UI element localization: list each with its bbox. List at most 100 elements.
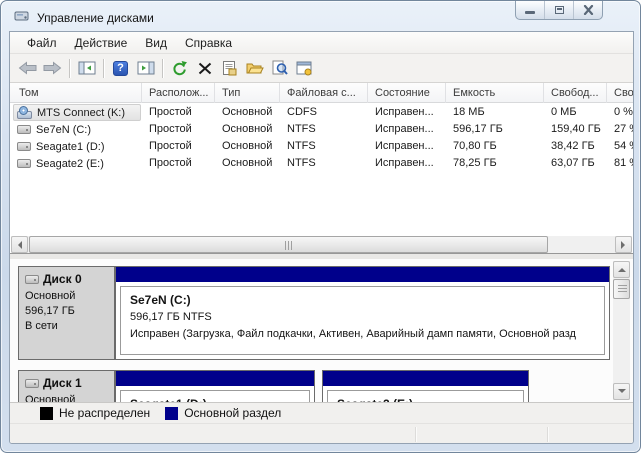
volume-free: 63,07 ГБ bbox=[544, 157, 607, 169]
statusbar-divider bbox=[415, 427, 416, 442]
primary-partition-color-swatch bbox=[165, 407, 178, 420]
disk-drive-icon bbox=[17, 125, 31, 134]
partition-detail: 596,17 ГБ NTFS bbox=[130, 309, 595, 326]
column-header-layout[interactable]: Располож... bbox=[142, 83, 215, 103]
disk0-name: Диск 0 bbox=[43, 272, 82, 287]
disk-drive-icon bbox=[25, 379, 39, 388]
scroll-left-icon bbox=[14, 241, 22, 249]
vertical-scrollbar-thumb[interactable] bbox=[613, 279, 630, 299]
volume-free: 159,40 ГБ bbox=[544, 123, 607, 135]
show-console-tree-icon[interactable] bbox=[74, 56, 99, 80]
restore-icon bbox=[555, 6, 564, 14]
horizontal-scrollbar-thumb[interactable] bbox=[29, 236, 548, 253]
legend-primary-label: Основной раздел bbox=[184, 406, 281, 420]
volume-name: MTS Connect (K:) bbox=[37, 107, 125, 119]
menu-action[interactable]: Действие bbox=[66, 33, 137, 53]
volume-capacity: 18 МБ bbox=[446, 106, 544, 118]
close-icon bbox=[583, 5, 594, 15]
volume-layout: Простой bbox=[142, 140, 215, 152]
back-icon[interactable] bbox=[15, 56, 40, 80]
scroll-left-button[interactable] bbox=[11, 236, 28, 253]
graphical-view: Диск 0 Основной 596,17 ГБ В сети Se7eN (… bbox=[10, 259, 633, 402]
partition-color-bar bbox=[323, 371, 528, 386]
menu-file[interactable]: Файл bbox=[18, 33, 66, 53]
disk0-info[interactable]: Диск 0 Основной 596,17 ГБ В сети bbox=[18, 266, 115, 360]
volume-layout: Простой bbox=[142, 106, 215, 118]
disk1-block: Диск 1 Основной Seagate1 (D:) Seagate2 (… bbox=[18, 370, 610, 402]
open-folder-icon[interactable] bbox=[242, 56, 267, 80]
volume-row-seagate1[interactable]: Seagate1 (D:) Простой Основной NTFS Испр… bbox=[10, 138, 633, 155]
show-action-pane-icon[interactable] bbox=[133, 56, 158, 80]
delete-icon[interactable] bbox=[192, 56, 217, 80]
column-header-capacity[interactable]: Емкость bbox=[446, 83, 544, 103]
volume-status: Исправен... bbox=[368, 140, 446, 152]
restore-button[interactable] bbox=[545, 1, 574, 19]
scroll-up-button[interactable] bbox=[613, 261, 630, 278]
volume-list-header: Том Располож... Тип Файловая с... Состоя… bbox=[10, 83, 633, 103]
volume-fs: NTFS bbox=[280, 123, 368, 135]
column-header-free[interactable]: Свобод... bbox=[544, 83, 607, 103]
volume-row-seagate2[interactable]: Seagate2 (E:) Простой Основной NTFS Испр… bbox=[10, 155, 633, 172]
horizontal-scrollbar[interactable] bbox=[11, 236, 632, 253]
partition-status: Исправен (Загрузка, Файл подкачки, Актив… bbox=[130, 326, 595, 343]
volume-status: Исправен... bbox=[368, 123, 446, 135]
disk-drive-icon bbox=[25, 275, 39, 284]
cd-drive-icon bbox=[17, 106, 32, 119]
disk0-status: В сети bbox=[25, 319, 108, 334]
volume-capacity: 70,80 ГБ bbox=[446, 140, 544, 152]
volume-list: Том Располож... Тип Файловая с... Состоя… bbox=[10, 83, 633, 253]
volume-free-pct: 0 % bbox=[607, 106, 633, 118]
column-header-type[interactable]: Тип bbox=[215, 83, 280, 103]
disk-drive-icon bbox=[17, 159, 31, 168]
legend-bar: Не распределен Основной раздел bbox=[10, 402, 633, 423]
menu-view[interactable]: Вид bbox=[136, 33, 176, 53]
toolbar-separator bbox=[162, 59, 163, 78]
volume-name: Seagate2 (E:) bbox=[36, 158, 104, 170]
properties-icon[interactable] bbox=[217, 56, 242, 80]
disk1-partition-d[interactable]: Seagate1 (D:) bbox=[115, 370, 315, 402]
column-header-fs[interactable]: Файловая с... bbox=[280, 83, 368, 103]
volume-free-pct: 54 % bbox=[607, 140, 633, 152]
volume-type: Основной bbox=[215, 106, 280, 118]
column-header-free-pct[interactable]: Свободно % bbox=[607, 83, 633, 103]
app-icon bbox=[14, 9, 30, 28]
refresh-icon[interactable] bbox=[167, 56, 192, 80]
statusbar-divider bbox=[547, 427, 548, 442]
volume-fs: CDFS bbox=[280, 106, 368, 118]
volume-status: Исправен... bbox=[368, 157, 446, 169]
toolbar-separator bbox=[69, 59, 70, 78]
volume-layout: Простой bbox=[142, 123, 215, 135]
menu-help[interactable]: Справка bbox=[176, 33, 241, 53]
disk0-type: Основной bbox=[25, 289, 108, 304]
partition-color-bar bbox=[116, 267, 609, 282]
volume-row-se7en[interactable]: Se7eN (C:) Простой Основной NTFS Исправе… bbox=[10, 121, 633, 138]
volume-free-pct: 27 % bbox=[607, 123, 633, 135]
disk0-partition-c[interactable]: Se7eN (C:) 596,17 ГБ NTFS Исправен (Загр… bbox=[115, 266, 610, 360]
scroll-right-button[interactable] bbox=[615, 236, 632, 253]
disk1-info[interactable]: Диск 1 Основной bbox=[18, 370, 115, 402]
volume-capacity: 78,25 ГБ bbox=[446, 157, 544, 169]
help-icon[interactable]: ? bbox=[108, 56, 133, 80]
volume-free: 0 МБ bbox=[544, 106, 607, 118]
search-icon[interactable] bbox=[267, 56, 292, 80]
volume-name: Se7eN (C:) bbox=[36, 124, 91, 136]
column-header-volume[interactable]: Том bbox=[12, 83, 142, 103]
volume-status: Исправен... bbox=[368, 106, 446, 118]
column-header-status[interactable]: Состояние bbox=[368, 83, 446, 103]
minimize-button[interactable] bbox=[516, 1, 545, 19]
forward-icon[interactable] bbox=[40, 56, 65, 80]
disk1-partition-e[interactable]: Seagate2 (E:) bbox=[322, 370, 529, 402]
status-bar bbox=[10, 423, 633, 444]
volume-capacity: 596,17 ГБ bbox=[446, 123, 544, 135]
volume-row-mts-connect[interactable]: MTS Connect (K:) Простой Основной CDFS И… bbox=[10, 104, 633, 121]
vertical-scrollbar[interactable] bbox=[613, 261, 630, 400]
disk0-size: 596,17 ГБ bbox=[25, 304, 108, 319]
manage-icon[interactable] bbox=[292, 56, 317, 80]
disk1-type: Основной bbox=[25, 393, 108, 402]
volume-free: 38,42 ГБ bbox=[544, 140, 607, 152]
window-title: Управление дисками bbox=[37, 11, 154, 25]
volume-fs: NTFS bbox=[280, 140, 368, 152]
scroll-down-button[interactable] bbox=[613, 383, 630, 400]
close-button[interactable] bbox=[574, 1, 602, 19]
minimize-icon bbox=[525, 11, 535, 14]
